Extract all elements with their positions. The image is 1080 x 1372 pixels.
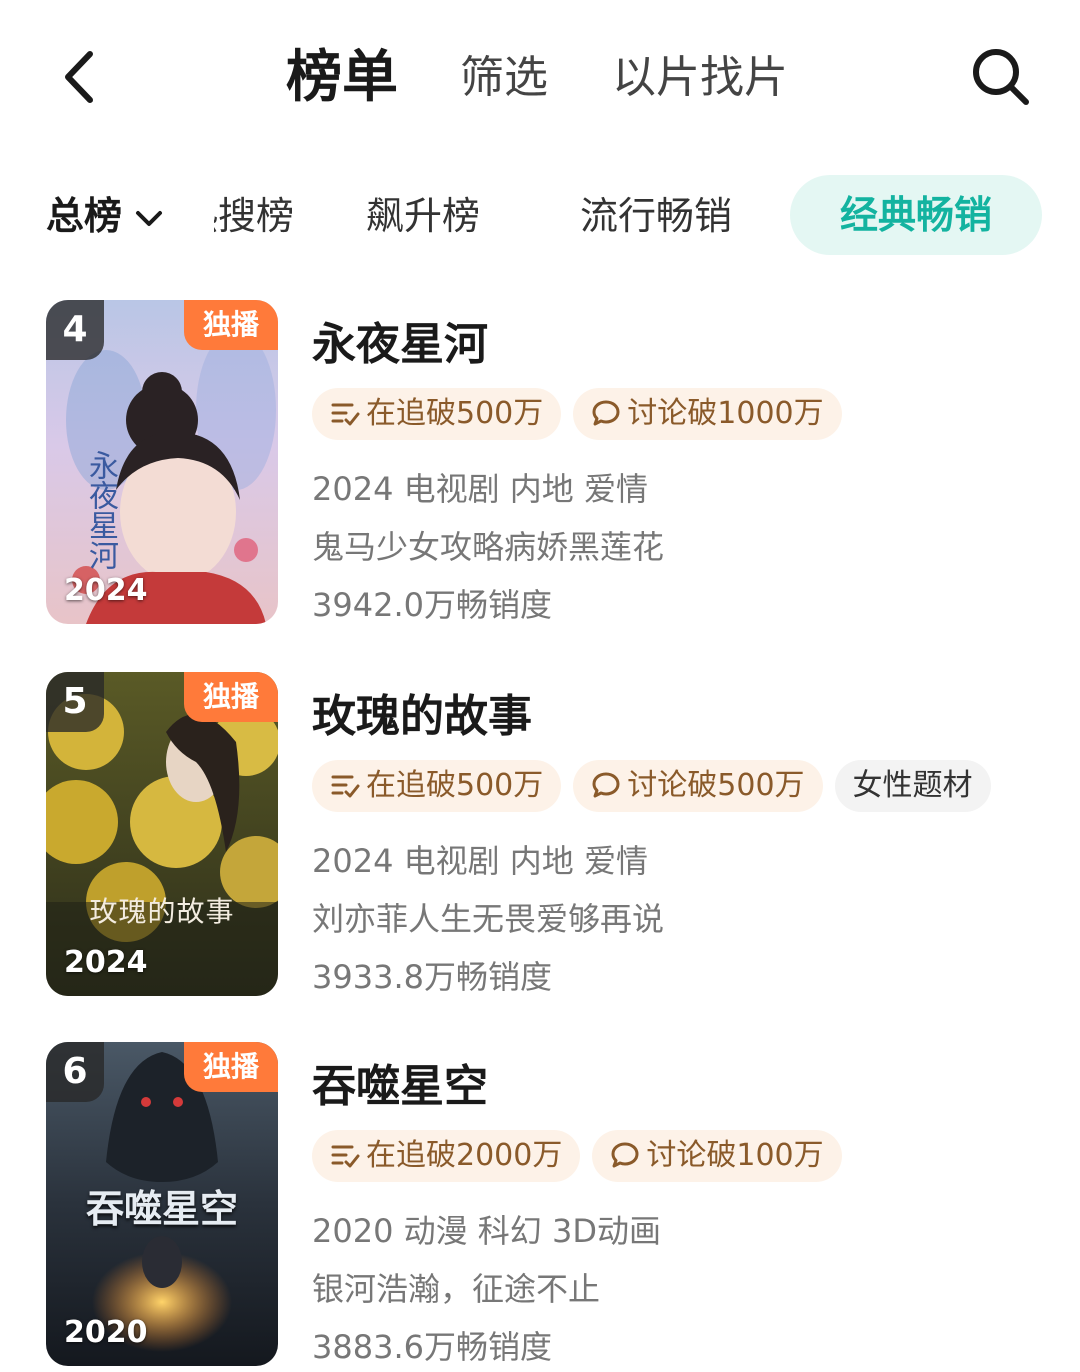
tab-find-by-film[interactable]: 以片找片	[612, 38, 788, 118]
poster-title-text: 玫瑰的故事	[89, 895, 235, 928]
poster-year: 2024	[64, 945, 148, 980]
tag-genre: 女性题材	[834, 760, 991, 812]
top-bar: 榜单 筛选 以片找片	[0, 0, 1080, 150]
poster-year: 2024	[64, 573, 148, 608]
rank-badge: 5	[46, 672, 104, 732]
item-title[interactable]: 玫瑰的故事	[312, 680, 532, 744]
subtab-popular-sales[interactable]: 流行畅销	[580, 188, 732, 244]
tag-text: 在追破500万	[366, 396, 544, 431]
tag-discussion: 讨论破100万	[592, 1130, 842, 1182]
poster-title-text: 吞噬星空	[85, 1187, 238, 1231]
tag-text: 讨论破1000万	[627, 396, 824, 431]
subtab-classic-sales[interactable]: 经典畅销	[790, 175, 1042, 255]
poster[interactable]: 玫瑰的故事 5 独播 2024	[46, 672, 278, 996]
item-description: 鬼马少女攻略病娇黑莲花	[312, 528, 665, 566]
tag-text: 在追破2000万	[366, 1138, 563, 1173]
list-item[interactable]: 吞噬星空 6 独播 2020 吞噬星空 在追破2000万 讨论破100万 2020…	[0, 1042, 1080, 1372]
item-meta: 2024 电视剧 内地 爱情	[312, 842, 648, 880]
list-item[interactable]: 永夜星河 4 独播 2024 永夜星河 在追破500万 讨论破1000万 2024…	[0, 300, 1080, 630]
overall-ranking-label: 总榜	[46, 194, 123, 238]
item-sales: 3883.6万畅销度	[312, 1328, 552, 1366]
top-tabs: 榜单 筛选 以片找片	[0, 38, 1080, 118]
item-description: 银河浩瀚，征途不止	[312, 1270, 601, 1308]
item-sales: 3942.0万畅销度	[312, 586, 552, 624]
follow-list-icon	[331, 775, 360, 797]
search-button[interactable]	[968, 44, 1034, 110]
comment-bubble-icon	[611, 1142, 639, 1167]
tag-row: 在追破500万 讨论破1000万	[312, 388, 854, 440]
tag-following: 在追破500万	[312, 760, 562, 812]
overall-ranking-dropdown[interactable]: 总榜	[46, 188, 164, 244]
poster[interactable]: 吞噬星空 6 独播 2020	[46, 1042, 278, 1366]
rank-badge: 6	[46, 1042, 104, 1102]
tag-following: 在追破2000万	[312, 1130, 581, 1182]
follow-list-icon	[331, 1145, 360, 1167]
item-meta: 2024 电视剧 内地 爱情	[312, 470, 648, 508]
subtab-hot-search[interactable]: 热搜榜	[214, 188, 294, 244]
item-title[interactable]: 永夜星河	[312, 308, 488, 372]
subtab-rising[interactable]: 飙升榜	[366, 188, 480, 244]
tag-discussion: 讨论破1000万	[573, 388, 842, 440]
tab-ranking[interactable]: 榜单	[286, 38, 398, 118]
comment-bubble-icon	[592, 772, 620, 797]
item-sales: 3933.8万畅销度	[312, 958, 552, 996]
exclusive-badge: 独播	[184, 1042, 278, 1092]
search-icon	[973, 49, 1029, 105]
tag-row: 在追破2000万 讨论破100万	[312, 1130, 854, 1182]
exclusive-badge: 独播	[184, 300, 278, 350]
item-description: 刘亦菲人生无畏爱够再说	[312, 900, 665, 938]
list-item[interactable]: 玫瑰的故事 5 独播 2024 玫瑰的故事 在追破500万 讨论破500万 女性题材…	[0, 672, 1080, 1002]
chevron-down-icon	[136, 210, 163, 226]
exclusive-badge: 独播	[184, 672, 278, 722]
poster[interactable]: 永夜星河 4 独播 2024	[46, 300, 278, 624]
tag-text: 在追破500万	[366, 768, 544, 803]
tag-row: 在追破500万 讨论破500万 女性题材	[312, 760, 1003, 812]
tag-text: 讨论破500万	[627, 768, 805, 803]
subtab-scroller[interactable]: 热搜榜 飙升榜 流行畅销 经典畅销	[214, 170, 1080, 260]
tag-following: 在追破500万	[312, 388, 562, 440]
tab-filter[interactable]: 筛选	[460, 38, 548, 118]
comment-bubble-icon	[592, 400, 620, 425]
poster-year: 2020	[64, 1315, 148, 1350]
tag-text: 讨论破100万	[646, 1138, 824, 1173]
tag-discussion: 讨论破500万	[573, 760, 823, 812]
rank-badge: 4	[46, 300, 104, 360]
poster-title-text: 永夜星河	[83, 450, 118, 570]
ranking-subtabs: 总榜 热搜榜 飙升榜 流行畅销 经典畅销	[0, 170, 1080, 260]
item-meta: 2020 动漫 科幻 3D动画	[312, 1212, 661, 1250]
follow-list-icon	[331, 403, 360, 425]
item-title[interactable]: 吞噬星空	[312, 1050, 488, 1114]
